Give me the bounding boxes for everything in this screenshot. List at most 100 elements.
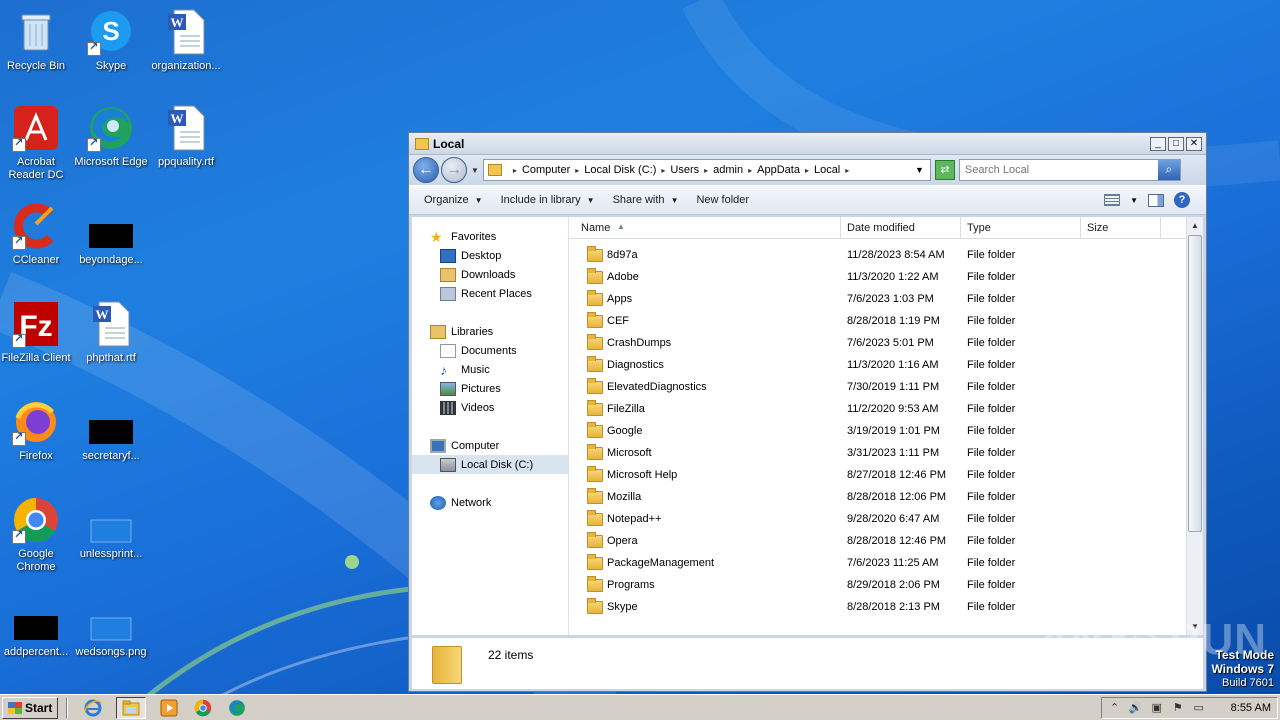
desktop-icon-ppquality[interactable]: W ppquality.rtf: [148, 104, 224, 169]
command-bar: Organize ▼ Include in library ▼ Share with…: [409, 185, 1206, 215]
nav-pictures[interactable]: Pictures: [412, 379, 568, 398]
desktop-icon-phpthat[interactable]: W phpthat.rtf: [73, 300, 149, 365]
forward-button[interactable]: →: [441, 157, 467, 183]
change-view-icon[interactable]: [1104, 194, 1121, 206]
search-box[interactable]: ⌕: [958, 159, 1181, 181]
maximize-button[interactable]: □: [1168, 136, 1184, 151]
file-row[interactable]: CrashDumps 7/6/2023 5:01 PM File folder: [569, 332, 1203, 354]
refresh-button[interactable]: ⇄: [934, 160, 955, 180]
share-with-button[interactable]: Share with ▼: [604, 194, 688, 206]
nav-local-disk[interactable]: Local Disk (C:): [412, 455, 568, 474]
file-row[interactable]: 8d97a 11/28/2023 8:54 AM File folder: [569, 244, 1203, 266]
file-row[interactable]: Diagnostics 11/3/2020 1:16 AM File folder: [569, 354, 1203, 376]
chevron-right-icon[interactable]: ▸: [805, 166, 809, 175]
file-row[interactable]: Microsoft Help 8/27/2018 12:46 PM File fol…: [569, 464, 1203, 486]
desktop-icon-acrobat[interactable]: Acrobat Reader DC: [0, 104, 74, 182]
vertical-scrollbar[interactable]: ▲ ▼: [1186, 217, 1203, 635]
nav-videos[interactable]: Videos: [412, 398, 568, 417]
file-row[interactable]: CEF 8/28/2018 1:19 PM File folder: [569, 310, 1203, 332]
column-date-modified[interactable]: Date modified: [841, 217, 961, 238]
search-icon[interactable]: ⌕: [1157, 160, 1180, 180]
scroll-up-icon[interactable]: ▲: [1187, 217, 1203, 234]
desktop-icon-wedsongs[interactable]: wedsongs.png: [73, 594, 149, 659]
breadcrumb-appdata[interactable]: AppData: [757, 164, 800, 176]
desktop-icon-secretaryf[interactable]: secretaryf...: [73, 398, 149, 463]
nav-music[interactable]: ♪ Music: [412, 360, 568, 379]
chevron-right-icon[interactable]: ▸: [748, 166, 752, 175]
column-type[interactable]: Type: [961, 217, 1081, 238]
nav-recent-places[interactable]: Recent Places: [412, 284, 568, 303]
address-bar[interactable]: ▸ Computer ▸ Local Disk (C:) ▸ Users ▸ a…: [482, 159, 931, 181]
file-explorer-icon[interactable]: [116, 696, 147, 719]
desktop-icon-beyondage[interactable]: beyondage...: [73, 202, 149, 267]
recent-pages-dropdown[interactable]: ▼: [471, 166, 479, 175]
address-history-dropdown[interactable]: ▼: [915, 165, 924, 175]
file-row[interactable]: Google 3/19/2019 1:01 PM File folder: [569, 420, 1203, 442]
file-row[interactable]: Adobe 11/3/2020 1:22 AM File folder: [569, 266, 1203, 288]
desktop-icon-firefox[interactable]: Firefox: [0, 398, 74, 463]
organize-button[interactable]: Organize ▼: [415, 194, 492, 206]
desktop-icon-edge[interactable]: Microsoft Edge: [73, 104, 149, 169]
breadcrumb-computer[interactable]: Computer: [522, 164, 570, 176]
desktop-icon-filezilla[interactable]: Fz FileZilla Client: [0, 300, 74, 365]
nav-documents[interactable]: Documents: [412, 341, 568, 360]
file-row[interactable]: FileZilla 11/2/2020 9:53 AM File folder: [569, 398, 1203, 420]
scroll-thumb[interactable]: [1188, 235, 1202, 532]
help-icon[interactable]: ?: [1174, 192, 1190, 208]
display-icon[interactable]: ▭: [1192, 702, 1206, 714]
column-size[interactable]: Size: [1081, 217, 1161, 238]
chevron-right-icon[interactable]: ▸: [661, 166, 665, 175]
chrome-icon[interactable]: [192, 697, 214, 719]
action-center-flag-icon[interactable]: ⚑: [1171, 702, 1185, 714]
start-button[interactable]: Start: [2, 696, 59, 719]
chevron-right-icon[interactable]: ▸: [513, 166, 517, 175]
search-input[interactable]: [959, 164, 1158, 176]
nav-desktop[interactable]: Desktop: [412, 246, 568, 265]
breadcrumb-users[interactable]: Users: [670, 164, 699, 176]
view-dropdown-arrow-icon[interactable]: ▼: [1130, 196, 1138, 205]
new-folder-button[interactable]: New folder: [687, 194, 758, 206]
chevron-right-icon[interactable]: ▸: [575, 166, 579, 175]
file-row[interactable]: Apps 7/6/2023 1:03 PM File folder: [569, 288, 1203, 310]
file-row[interactable]: Mozilla 8/28/2018 12:06 PM File folder: [569, 486, 1203, 508]
network-status-icon[interactable]: ▣: [1150, 702, 1164, 714]
desktop-icon-ccleaner[interactable]: CCleaner: [0, 202, 74, 267]
nav-downloads[interactable]: Downloads: [412, 265, 568, 284]
chevron-right-icon[interactable]: ▸: [845, 166, 849, 175]
desktop-icon-skype[interactable]: S Skype: [73, 8, 149, 73]
chevron-right-icon[interactable]: ▸: [704, 166, 708, 175]
item-count: 22 items: [488, 648, 534, 662]
desktop-icon-recycle-bin[interactable]: Recycle Bin: [0, 8, 74, 73]
nav-libraries[interactable]: Libraries: [412, 322, 568, 341]
nav-favorites[interactable]: ★ Favorites: [412, 227, 568, 246]
clock[interactable]: 8:55 AM: [1231, 702, 1271, 714]
title-bar[interactable]: Local _ □ ✕: [409, 133, 1206, 155]
column-headers: Name ▲ Date modified Type Size: [569, 217, 1203, 239]
internet-explorer-icon[interactable]: [82, 697, 104, 719]
file-row[interactable]: Microsoft 3/31/2023 1:11 PM File folder: [569, 442, 1203, 464]
back-button[interactable]: ←: [413, 157, 439, 183]
desktop-icon-organization-doc[interactable]: W organization...: [148, 8, 224, 73]
breadcrumb-admin[interactable]: admin: [713, 164, 743, 176]
column-name[interactable]: Name ▲: [569, 217, 841, 238]
desktop-icon-unlessprint[interactable]: unlessprint...: [73, 496, 149, 561]
media-player-icon[interactable]: [158, 697, 180, 719]
edge-icon[interactable]: [226, 697, 248, 719]
nav-computer[interactable]: Computer: [412, 436, 568, 455]
preview-pane-icon[interactable]: [1148, 193, 1164, 207]
breadcrumb-local-disk[interactable]: Local Disk (C:): [584, 164, 656, 176]
breadcrumb-local[interactable]: Local: [814, 164, 840, 176]
desktop-icon-addpercent[interactable]: addpercent...: [0, 594, 74, 659]
file-row[interactable]: Opera 8/28/2018 12:46 PM File folder: [569, 530, 1203, 552]
include-in-library-button[interactable]: Include in library ▼: [492, 194, 604, 206]
minimize-button[interactable]: _: [1150, 136, 1166, 151]
file-row[interactable]: Notepad++ 9/28/2020 6:47 AM File folder: [569, 508, 1203, 530]
show-hidden-icons-icon[interactable]: ⌃: [1108, 702, 1122, 714]
volume-icon[interactable]: 🔊: [1129, 702, 1143, 714]
close-button[interactable]: ✕: [1186, 136, 1202, 151]
file-row[interactable]: Programs 8/29/2018 2:06 PM File folder: [569, 574, 1203, 596]
file-row[interactable]: PackageManagement 7/6/2023 11:25 AM File f…: [569, 552, 1203, 574]
desktop-icon-chrome[interactable]: Google Chrome: [0, 496, 74, 574]
file-row[interactable]: ElevatedDiagnostics 7/30/2019 1:11 PM File…: [569, 376, 1203, 398]
nav-network[interactable]: Network: [412, 493, 568, 512]
